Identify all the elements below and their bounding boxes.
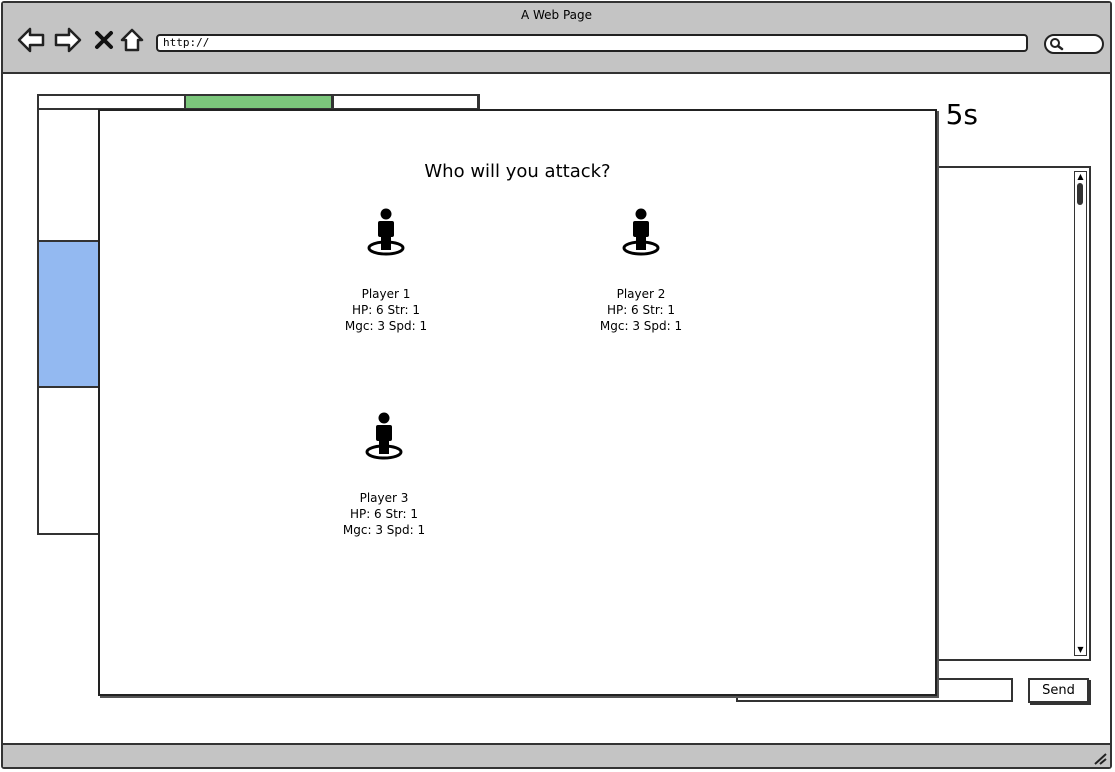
browser-window: A Web Page http:// 5s ▲ ▼ Send Who will … <box>1 1 1112 769</box>
resize-grip-icon[interactable] <box>1092 751 1108 765</box>
stop-icon[interactable] <box>89 25 119 55</box>
browser-toolbar: A Web Page http:// <box>3 3 1110 74</box>
player-stats-line2: Mgc: 3 Spd: 1 <box>342 523 426 537</box>
board-tab-3[interactable] <box>331 94 479 110</box>
player-avatar-icon <box>622 208 660 256</box>
player-avatar-icon <box>365 412 403 460</box>
player-stats-line1: HP: 6 Str: 1 <box>349 507 419 521</box>
player-name: Player 2 <box>616 287 666 301</box>
url-field[interactable]: http:// <box>156 34 1028 52</box>
scroll-thumb[interactable] <box>1077 183 1083 205</box>
player-stats-line2: Mgc: 3 Spd: 1 <box>344 319 428 333</box>
player-name: Player 1 <box>361 287 411 301</box>
player-stats-line1: HP: 6 Str: 1 <box>606 303 676 317</box>
player-card-3[interactable]: Player 3 HP: 6 Str: 1 Mgc: 3 Spd: 1 <box>304 410 464 538</box>
home-icon[interactable] <box>117 25 147 55</box>
chat-scrollbar[interactable]: ▲ ▼ <box>1074 171 1087 656</box>
player-stats-line1: HP: 6 Str: 1 <box>351 303 421 317</box>
scroll-down-arrow-icon[interactable]: ▼ <box>1075 645 1086 655</box>
forward-arrow-icon[interactable] <box>53 25 83 55</box>
turn-timer-value: 5s <box>945 98 978 131</box>
window-title: A Web Page <box>520 8 593 22</box>
player-name: Player 3 <box>359 491 409 505</box>
player-avatar-icon <box>367 208 405 256</box>
scroll-up-arrow-icon[interactable]: ▲ <box>1075 172 1086 182</box>
player-card-2[interactable]: Player 2 HP: 6 Str: 1 Mgc: 3 Spd: 1 <box>561 206 721 334</box>
send-button[interactable]: Send <box>1028 678 1089 703</box>
status-bar <box>3 743 1110 767</box>
highlighted-cell <box>37 240 103 388</box>
search-field[interactable] <box>1044 34 1104 54</box>
attack-target-modal: Who will you attack? Player 1 HP: 6 Str:… <box>98 109 937 696</box>
player-stats-line2: Mgc: 3 Spd: 1 <box>599 319 683 333</box>
search-icon <box>1050 38 1064 51</box>
board-tab-2-active[interactable] <box>184 94 334 110</box>
back-arrow-icon[interactable] <box>16 25 46 55</box>
board-tab-1[interactable] <box>37 94 187 110</box>
player-card-1[interactable]: Player 1 HP: 6 Str: 1 Mgc: 3 Spd: 1 <box>306 206 466 334</box>
modal-title: Who will you attack? <box>424 161 611 182</box>
